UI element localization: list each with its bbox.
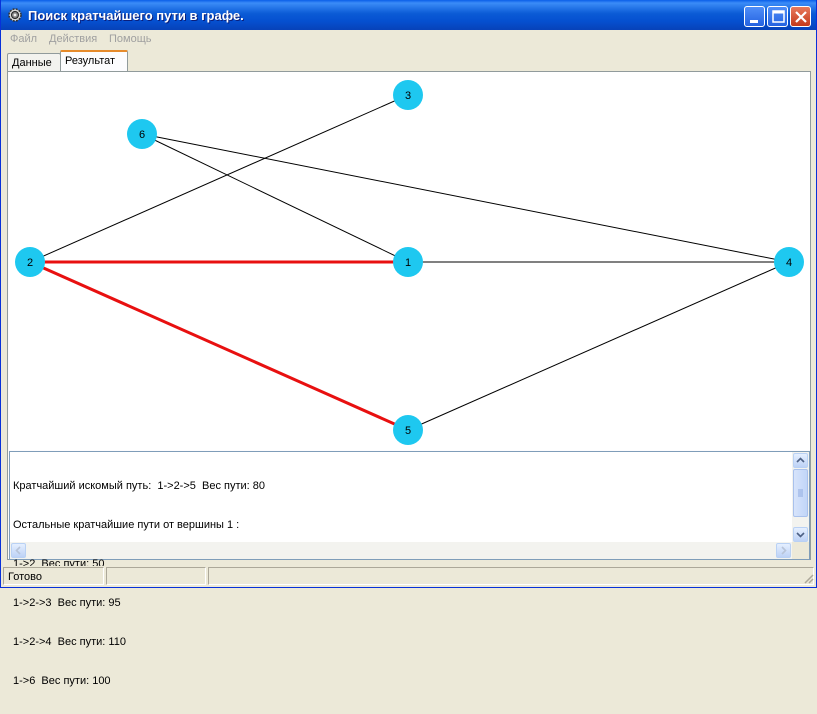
scrollbar-corner xyxy=(792,542,809,559)
result-line-shortest: Кратчайший искомый путь: 1->2->5 Вес пут… xyxy=(13,480,266,492)
resize-grip-icon[interactable] xyxy=(802,572,814,584)
chevron-up-icon xyxy=(796,457,805,463)
scroll-right-button[interactable] xyxy=(776,543,791,558)
menu-bar: Файл Действия Помощь xyxy=(5,30,814,49)
gear-icon[interactable] xyxy=(7,7,23,23)
tab-strip: Данные Результат xyxy=(5,50,814,72)
tab-data[interactable]: Данные xyxy=(7,53,61,71)
minimize-button[interactable] xyxy=(744,6,765,27)
graph-node-label-1: 1 xyxy=(405,257,411,269)
app-window: Поиск кратчайшего пути в графе. Файл Дей… xyxy=(0,0,817,687)
close-button[interactable] xyxy=(790,6,811,27)
graph-edge-2-3 xyxy=(29,94,409,263)
vertical-scroll-thumb[interactable] xyxy=(793,469,808,517)
graph-edge-6-1 xyxy=(141,133,409,263)
close-icon xyxy=(795,11,807,23)
graph-node-label-2: 2 xyxy=(27,257,33,269)
chevron-down-icon xyxy=(796,532,805,538)
graph-edge-2-5 xyxy=(29,260,409,432)
horizontal-scrollbar[interactable] xyxy=(10,542,792,559)
graph-edge-5-4 xyxy=(407,261,790,431)
graph-node-label-3: 3 xyxy=(405,90,411,102)
tab-result[interactable]: Результат xyxy=(60,50,128,72)
status-text: Готово xyxy=(3,567,104,585)
result-line-path: 1->6 Вес пути: 100 xyxy=(13,675,111,687)
graph-edge-6-4 xyxy=(141,133,790,263)
grip-icon xyxy=(798,489,803,497)
maximize-button[interactable] xyxy=(767,6,788,27)
scroll-down-button[interactable] xyxy=(793,527,808,542)
result-memo[interactable]: Кратчайший искомый путь: 1->2->5 Вес пут… xyxy=(9,451,810,687)
title-bar[interactable]: Поиск кратчайшего пути в графе. xyxy=(1,0,816,30)
result-line-header: Остальные кратчайшие пути от вершины 1 : xyxy=(13,519,240,531)
window-title: Поиск кратчайшего пути в графе. xyxy=(28,8,244,23)
result-line-path: 1->2->3 Вес пути: 95 xyxy=(13,597,121,609)
status-panel-2 xyxy=(106,567,206,585)
scroll-left-button[interactable] xyxy=(11,543,26,558)
maximize-icon xyxy=(772,10,785,23)
chevron-left-icon xyxy=(15,546,21,555)
graph-node-label-5: 5 xyxy=(405,425,411,437)
result-line-path: 1->2->4 Вес пути: 110 xyxy=(13,636,126,648)
graph-svg: 1 2 3 4 5 6 xyxy=(15,80,804,445)
chevron-right-icon xyxy=(781,546,787,555)
status-bar: Готово xyxy=(1,566,816,586)
status-panel-3 xyxy=(208,567,814,585)
vertical-scrollbar[interactable] xyxy=(792,452,809,543)
graph-node-label-6: 6 xyxy=(139,129,145,141)
graph-node-label-4: 4 xyxy=(786,257,792,269)
graph-canvas[interactable]: 1 2 3 4 5 6 xyxy=(9,72,810,450)
menu-help[interactable]: Помощь xyxy=(109,33,152,45)
scroll-up-button[interactable] xyxy=(793,453,808,468)
menu-file[interactable]: Файл xyxy=(10,33,37,45)
menu-actions[interactable]: Действия xyxy=(49,33,97,45)
minimize-icon xyxy=(750,20,758,23)
